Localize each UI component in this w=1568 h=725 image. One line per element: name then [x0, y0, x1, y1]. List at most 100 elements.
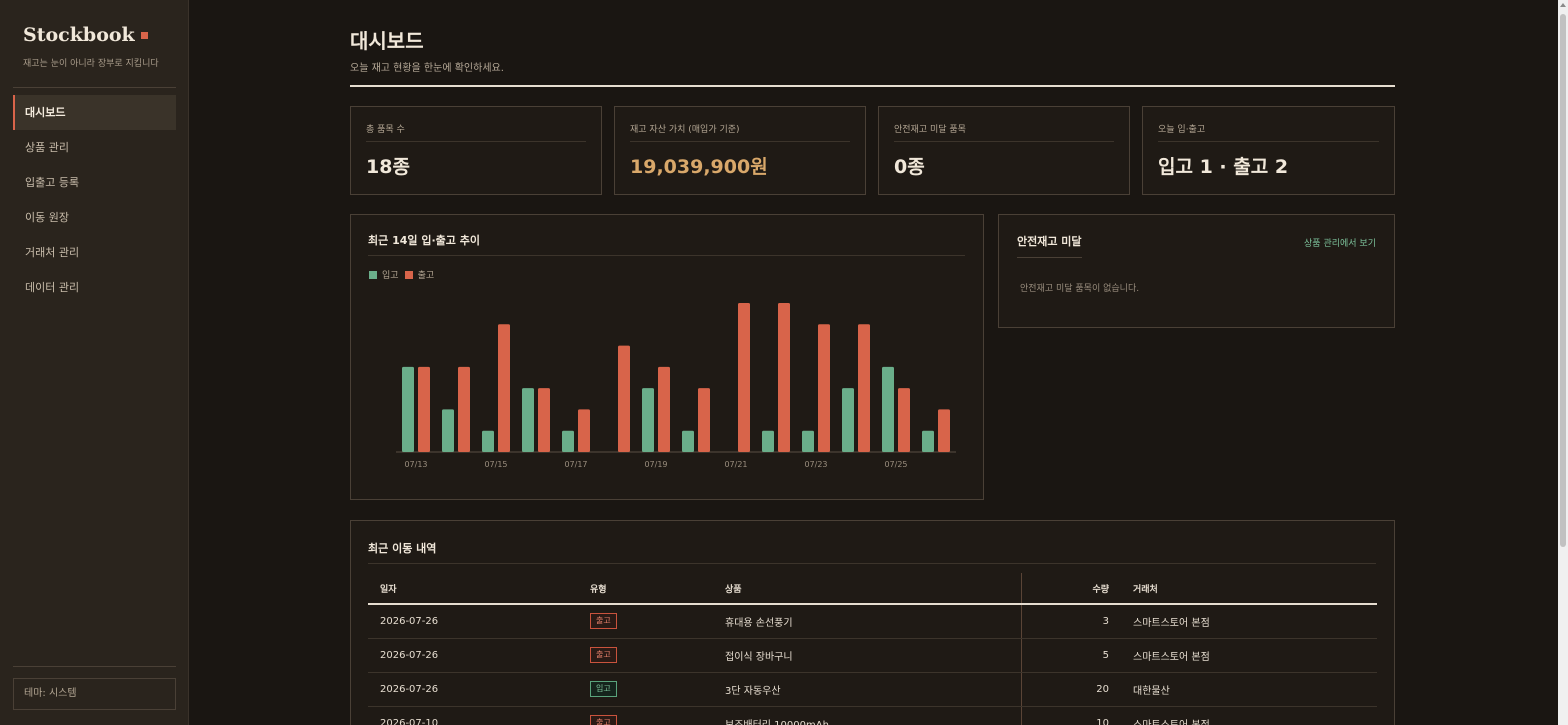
bar-out-07-15 [498, 324, 510, 452]
x-tick-label: 07/19 [644, 460, 667, 469]
x-tick-label: 07/21 [724, 460, 747, 469]
cell-product: 휴대용 손선풍기 [713, 604, 1021, 639]
stat-value: 입고 1 · 출고 2 [1158, 156, 1289, 178]
sidebar-item-partners[interactable]: 거래처 관리 [13, 235, 176, 270]
cell-type: 입고 [578, 672, 713, 707]
page-subtitle: 오늘 재고 현황을 한눈에 확인하세요. [350, 63, 504, 74]
safety-alert-panel: 안전재고 미달 상품 관리에서 보기 안전재고 미달 품목이 없습니다. [998, 214, 1395, 328]
brand-dot-icon [140, 31, 148, 39]
sidebar-divider [13, 666, 176, 667]
panel-divider [368, 563, 1376, 564]
sidebar-item-products[interactable]: 상품 관리 [13, 130, 176, 165]
cell-date: 2026-07-10 [368, 706, 578, 725]
sidebar-item-dashboard[interactable]: 대시보드 [13, 95, 176, 130]
cell-partner: 스마트스토어 본점 [1121, 638, 1377, 673]
stat-label: 오늘 입·출고 [1158, 125, 1206, 135]
x-tick-label: 07/17 [564, 460, 587, 469]
table-row[interactable]: 2026-07-26 출고 휴대용 손선풍기 3 스마트스토어 본점 [368, 604, 1377, 639]
sidebar-divider [13, 87, 176, 88]
cell-product: 접이식 장바구니 [713, 638, 1021, 673]
x-tick-label: 07/13 [404, 460, 427, 469]
alert-title: 안전재고 미달 [1017, 233, 1082, 258]
cell-qty: 20 [1020, 672, 1121, 707]
movement-type-badge: 출고 [590, 647, 617, 663]
theme-toggle[interactable]: 테마: 시스템 [13, 678, 176, 710]
cell-partner: 대한물산 [1121, 672, 1377, 707]
movement-type-badge: 출고 [590, 715, 617, 725]
bar-out-07-14 [458, 366, 470, 452]
brand-tagline: 재고는 눈이 아니라 장부로 지킵니다 [23, 59, 159, 69]
col-qty[interactable]: 수량 [1020, 573, 1121, 605]
cell-type: 출고 [578, 604, 713, 639]
movements-table: 일자 유형 상품 수량 거래처 2026-07-26 출고 휴대용 손선풍기 3 스마트… [368, 573, 1377, 725]
empty-message: 안전재고 미달 품목이 없습니다. [1020, 284, 1140, 294]
trend-chart: 07/13 07/15 07/17 07/19 07/21 07/23 07/25 [396, 303, 956, 469]
bar-out-07-25 [898, 388, 910, 452]
x-tick-label: 07/15 [484, 460, 507, 469]
bar-in-07-23 [802, 430, 814, 452]
view-products-link[interactable]: 상품 관리에서 보기 [1304, 236, 1376, 249]
stat-divider [894, 141, 1114, 142]
bar-out-07-26 [938, 409, 950, 452]
cell-date: 2026-07-26 [368, 604, 578, 639]
stat-value: 0종 [894, 156, 925, 178]
bar-out-07-21 [738, 303, 750, 452]
stat-card-total-items: 총 품목 수 18종 [350, 106, 602, 195]
stat-label: 안전재고 미달 품목 [894, 125, 966, 135]
bar-in-07-13 [402, 366, 414, 452]
stat-value: 18종 [366, 156, 410, 178]
table-row[interactable]: 2026-07-26 출고 접이식 장바구니 5 스마트스토어 본점 [368, 638, 1377, 673]
cell-qty: 3 [1020, 604, 1121, 639]
stat-divider [1158, 141, 1379, 142]
stat-card-asset-value: 재고 자산 가치 (매입가 기준) 19,039,900원 [614, 106, 866, 195]
bar-in-07-14 [442, 409, 454, 452]
col-product[interactable]: 상품 [713, 573, 1021, 605]
page-title: 대시보드 [350, 29, 424, 53]
sidebar-item-stock-entry[interactable]: 입출고 등록 [13, 165, 176, 200]
title-divider [350, 85, 1395, 87]
table-row[interactable]: 2026-07-26 입고 3단 자동우산 20 대한물산 [368, 672, 1377, 707]
bar-out-07-19 [658, 366, 670, 452]
page-scrollbar[interactable] [1558, 0, 1568, 725]
col-partner[interactable]: 거래처 [1121, 573, 1377, 605]
bar-in-07-15 [482, 430, 494, 452]
movement-type-badge: 출고 [590, 613, 617, 630]
brand-logo[interactable]: Stockbook [23, 24, 148, 46]
col-date[interactable]: 일자 [368, 573, 578, 605]
sidebar-item-data[interactable]: 데이터 관리 [13, 270, 176, 305]
bar-in-07-16 [522, 388, 534, 452]
table-row[interactable]: 2026-07-10 출고 보조배터리 10000mAh 10 스마트스토어 본점 [368, 706, 1377, 725]
cell-partner: 스마트스토어 본점 [1121, 604, 1377, 639]
bar-in-07-26 [922, 430, 934, 452]
bar-in-07-20 [682, 430, 694, 452]
brand-name: Stockbook [23, 24, 135, 46]
bar-in-07-17 [562, 430, 574, 452]
cell-qty: 5 [1020, 638, 1121, 673]
bar-out-07-23 [818, 324, 830, 452]
stat-card-today-moves: 오늘 입·출고 입고 1 · 출고 2 [1142, 106, 1395, 195]
cell-type: 출고 [578, 638, 713, 673]
cell-type: 출고 [578, 706, 713, 725]
bar-out-07-24 [858, 324, 870, 452]
stat-card-below-safety: 안전재고 미달 품목 0종 [878, 106, 1130, 195]
bar-out-07-17 [578, 409, 590, 452]
movement-type-badge: 입고 [590, 681, 617, 697]
x-tick-label: 07/25 [884, 460, 907, 469]
cell-qty: 10 [1020, 706, 1121, 725]
bar-out-07-18 [618, 345, 630, 452]
bar-out-07-22 [778, 303, 790, 452]
table-header-row: 일자 유형 상품 수량 거래처 [368, 573, 1377, 605]
sidebar-item-ledger[interactable]: 이동 원장 [13, 200, 176, 235]
bar-out-07-16 [538, 388, 550, 452]
scroll-thumb[interactable] [1560, 14, 1566, 547]
col-type[interactable]: 유형 [578, 573, 713, 605]
stat-divider [630, 141, 850, 142]
bar-out-07-20 [698, 388, 710, 452]
sidebar-nav: 대시보드 상품 관리 입출고 등록 이동 원장 거래처 관리 데이터 관리 [13, 95, 176, 305]
cell-product: 보조배터리 10000mAh [713, 706, 1021, 725]
cell-date: 2026-07-26 [368, 672, 578, 707]
scroll-up-icon[interactable] [1560, 3, 1566, 7]
bar-in-07-22 [762, 430, 774, 452]
sidebar: Stockbook 재고는 눈이 아니라 장부로 지킵니다 대시보드 상품 관리… [0, 0, 189, 725]
movements-panel: 최근 이동 내역 일자 유형 상품 수량 거래처 2026-07-26 출고 휴대용… [350, 520, 1395, 725]
